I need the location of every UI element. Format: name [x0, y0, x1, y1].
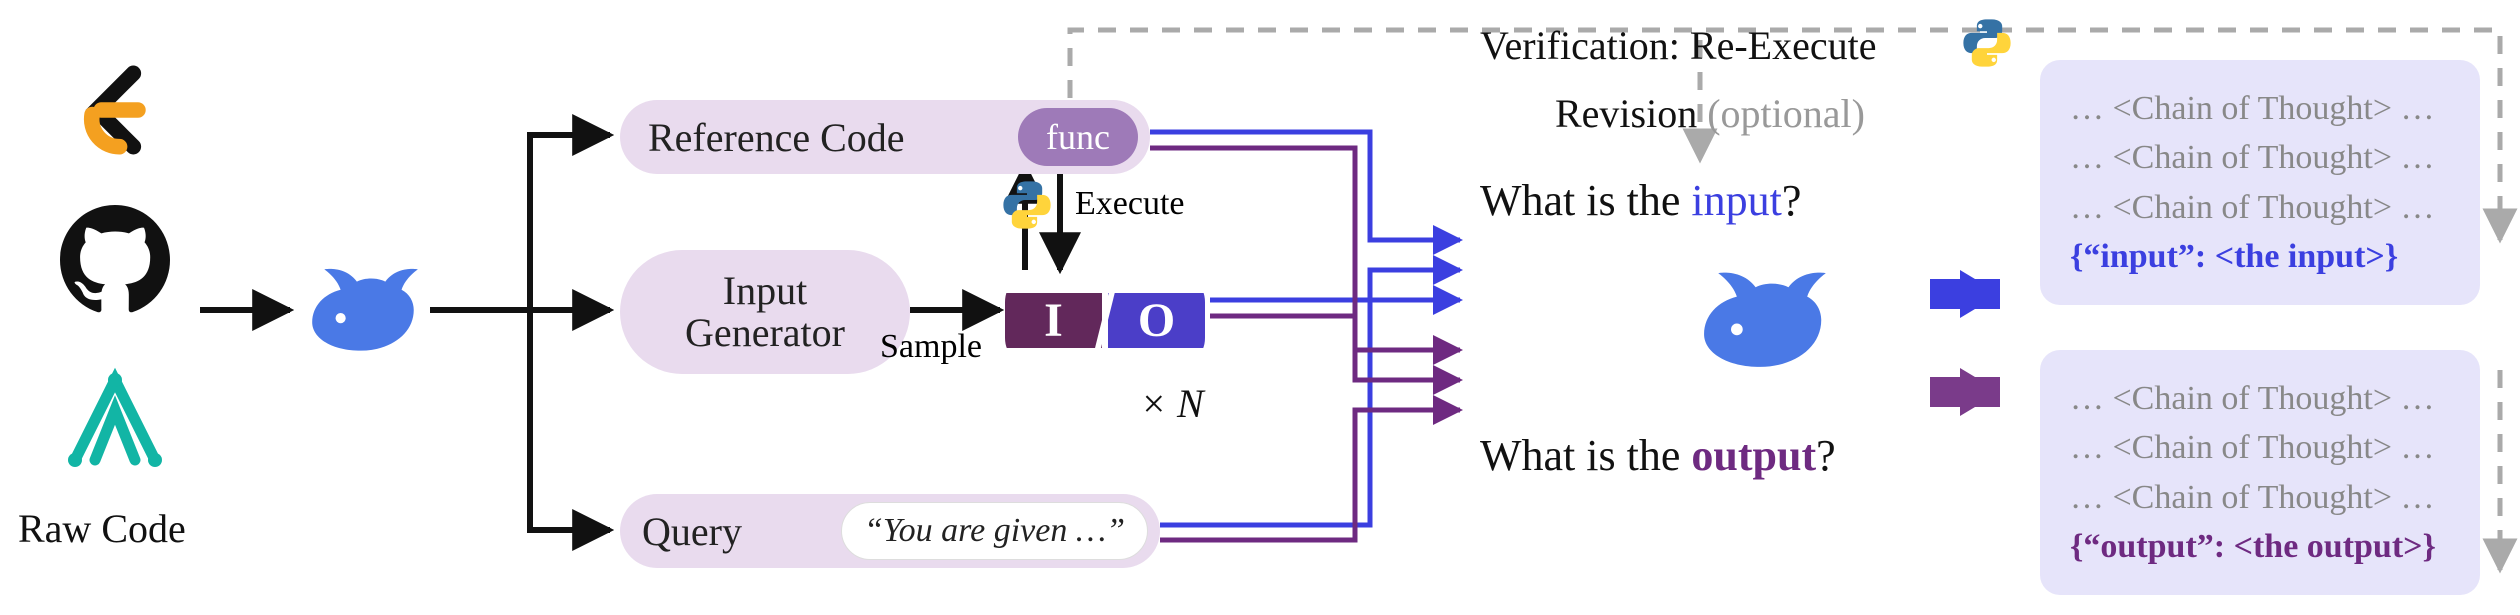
- reference-code-label: Reference Code: [648, 114, 905, 161]
- cot-line: … <Chain of Thought> …: [2070, 374, 2450, 423]
- query-label: Query: [642, 508, 742, 555]
- func-badge: func: [1018, 108, 1138, 166]
- cot-line: … <Chain of Thought> …: [2070, 183, 2450, 232]
- input-generator-label: InputGenerator: [685, 270, 845, 354]
- python-icon: [1000, 178, 1054, 237]
- python-icon: [1960, 16, 2014, 75]
- leetcode-icon: [60, 55, 170, 170]
- execute-label: Execute: [1075, 185, 1185, 223]
- cot-line: … <Chain of Thought> …: [2070, 473, 2450, 522]
- cot-input-box: … <Chain of Thought> … … <Chain of Thoug…: [2040, 60, 2480, 305]
- question-input: What is the input?: [1480, 175, 1801, 226]
- github-icon: [60, 205, 170, 320]
- cot-line: … <Chain of Thought> …: [2070, 133, 2450, 182]
- cot-line: … <Chain of Thought> …: [2070, 84, 2450, 133]
- whale-icon: [1690, 260, 1840, 385]
- revision-label: Revision (optional): [1555, 90, 1865, 137]
- input-generator-box: InputGenerator: [620, 250, 910, 374]
- reference-code-box: Reference Code func: [620, 100, 1150, 174]
- cot-output-json: {“output”: <the output>}: [2070, 522, 2450, 571]
- arrow-to-output-box: [1960, 368, 2000, 416]
- io-o-label: O: [1108, 293, 1205, 348]
- verification-label: Verification: Re-Execute: [1480, 22, 1876, 69]
- cot-output-box: … <Chain of Thought> … … <Chain of Thoug…: [2040, 350, 2480, 595]
- query-text: “You are given …”: [841, 502, 1148, 560]
- question-output: What is the output?: [1480, 430, 1836, 481]
- whale-icon: [300, 255, 430, 370]
- query-box: Query “You are given …”: [620, 494, 1160, 568]
- arrow-to-input-box: [1960, 270, 2000, 318]
- raw-code-label: Raw Code: [18, 505, 186, 552]
- io-block: I O: [1005, 272, 1205, 368]
- cot-input-json: {“input”: <the input>}: [2070, 232, 2450, 281]
- ai-source-icon: [55, 360, 175, 485]
- sample-label: Sample: [880, 328, 982, 366]
- io-i-label: I: [1005, 293, 1102, 348]
- times-n-label: × N: [1140, 380, 1204, 427]
- cot-line: … <Chain of Thought> …: [2070, 423, 2450, 472]
